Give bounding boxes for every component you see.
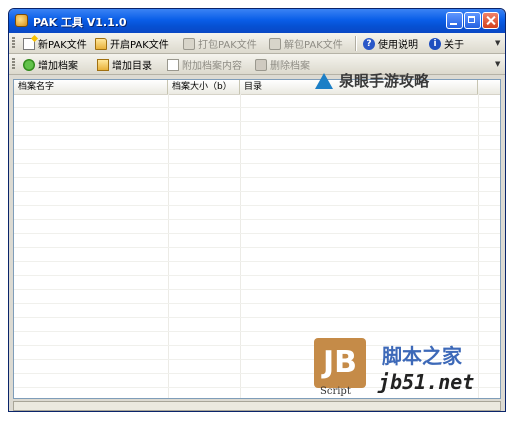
pack-pak-label: 打包PAK文件 — [198, 40, 257, 51]
help-button[interactable]: ? 使用说明 — [363, 36, 418, 51]
watermark-bottom: JB Script 脚本之家 jb51.net — [310, 338, 510, 408]
row-guide-line — [14, 205, 500, 206]
row-guide-line — [14, 163, 500, 164]
open-folder-icon — [95, 37, 107, 50]
info-icon: i — [429, 37, 441, 50]
help-label: 使用说明 — [378, 40, 418, 51]
row-guide-line — [14, 107, 500, 108]
row-guide-line — [14, 149, 500, 150]
window-title: PAK 工具 V1.1.0 — [33, 16, 127, 29]
row-guide-line — [14, 135, 500, 136]
row-guide-line — [14, 331, 500, 332]
file-toolbar: 增加档案 增加目录 附加档案内容 删除档案 ▼ — [9, 54, 505, 75]
watermark-site-url: jb51.net — [378, 370, 475, 394]
append-content-button[interactable]: 附加档案内容 — [167, 57, 242, 72]
minimize-button[interactable] — [446, 12, 463, 29]
delete-file-button[interactable]: 删除档案 — [255, 57, 310, 72]
add-file-label: 增加档案 — [38, 61, 78, 72]
about-button[interactable]: i 关于 — [429, 36, 464, 51]
delete-file-label: 删除档案 — [270, 61, 310, 72]
watermark-site-name: 脚本之家 — [382, 344, 462, 368]
toolbar-overflow-icon[interactable]: ▼ — [495, 57, 503, 72]
unpack-pak-label: 解包PAK文件 — [284, 40, 343, 51]
pack-pak-button[interactable]: 打包PAK文件 — [183, 36, 257, 51]
toolbar-separator — [355, 36, 357, 51]
unpack-icon — [269, 37, 281, 50]
unpack-pak-button[interactable]: 解包PAK文件 — [269, 36, 343, 51]
document-icon — [167, 58, 179, 71]
row-guide-line — [14, 219, 500, 220]
add-file-icon — [23, 58, 35, 71]
toolbar-overflow-icon[interactable]: ▼ — [495, 36, 503, 51]
row-guide-line — [14, 303, 500, 304]
column-header-size[interactable]: 档案大小（b） — [168, 80, 240, 94]
toolbar-grip[interactable] — [12, 37, 15, 49]
open-pak-label: 开启PAK文件 — [110, 40, 169, 51]
row-guide-line — [14, 247, 500, 248]
close-button[interactable] — [482, 12, 499, 29]
add-file-button[interactable]: 增加档案 — [23, 57, 78, 72]
row-guide-line — [14, 121, 500, 122]
row-guide-line — [14, 317, 500, 318]
column-divider — [240, 94, 241, 398]
watermark-top-text: 泉眼手游攻略 — [339, 72, 430, 90]
toolbar-grip[interactable] — [12, 58, 15, 70]
jb-logo: JB — [314, 338, 366, 388]
row-guide-line — [14, 275, 500, 276]
help-icon: ? — [363, 37, 375, 50]
new-file-icon — [23, 37, 35, 50]
app-icon — [15, 14, 28, 27]
row-guide-line — [14, 289, 500, 290]
main-toolbar: 新PAK文件 开启PAK文件 打包PAK文件 解包PAK文件 ? 使用说明 i … — [9, 33, 505, 54]
watermark-logo-icon — [315, 72, 333, 89]
add-dir-button[interactable]: 增加目录 — [97, 57, 152, 72]
add-dir-icon — [97, 58, 109, 71]
row-guide-line — [14, 177, 500, 178]
row-guide-line — [14, 191, 500, 192]
row-guide-line — [14, 233, 500, 234]
jb-script-text: Script — [320, 386, 351, 397]
about-label: 关于 — [444, 40, 464, 51]
column-header-name[interactable]: 档案名字 — [14, 80, 168, 94]
watermark-top: 泉眼手游攻略 — [315, 70, 429, 91]
new-pak-label: 新PAK文件 — [38, 40, 87, 51]
title-bar[interactable]: PAK 工具 V1.1.0 — [9, 9, 505, 33]
delete-icon — [255, 58, 267, 71]
pack-icon — [183, 37, 195, 50]
column-divider — [168, 94, 169, 398]
new-pak-button[interactable]: 新PAK文件 — [23, 36, 87, 51]
row-guide-line — [14, 261, 500, 262]
add-dir-label: 增加目录 — [112, 61, 152, 72]
append-content-label: 附加档案内容 — [182, 61, 242, 72]
open-pak-button[interactable]: 开启PAK文件 — [95, 36, 169, 51]
maximize-button[interactable] — [464, 12, 481, 29]
